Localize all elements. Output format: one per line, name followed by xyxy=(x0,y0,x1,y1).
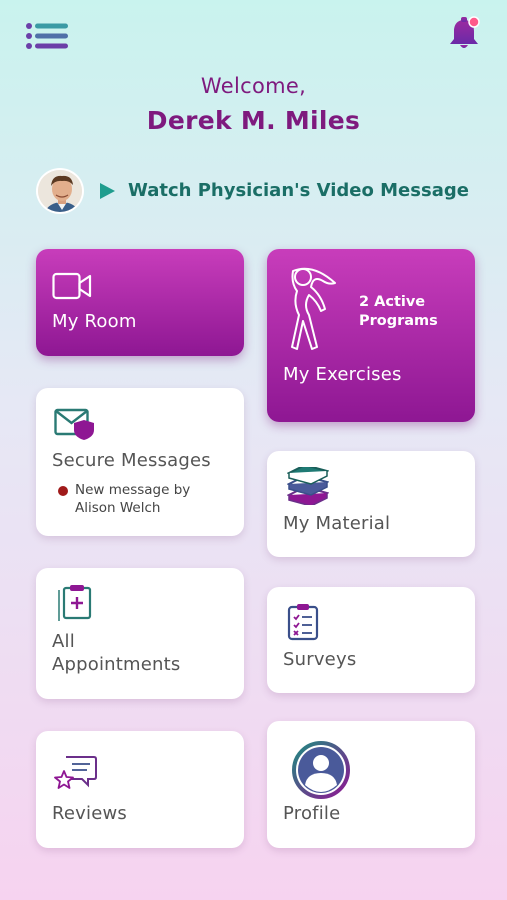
profile-label: Profile xyxy=(283,803,341,824)
video-camera-icon xyxy=(52,271,92,305)
reviews-tile[interactable]: Reviews xyxy=(36,731,244,848)
checklist-icon xyxy=(287,603,321,645)
stretching-person-icon xyxy=(283,265,345,355)
user-name: Derek M. Miles xyxy=(146,106,361,135)
new-message-text: New message by Alison Welch xyxy=(75,482,191,516)
books-icon xyxy=(286,463,330,509)
appointments-label: All Appointments xyxy=(52,630,181,676)
secure-messages-label: Secure Messages xyxy=(52,450,211,471)
notification-bell-icon[interactable] xyxy=(444,14,484,54)
welcome-text: Welcome, xyxy=(200,74,307,98)
my-room-label: My Room xyxy=(52,311,137,332)
menu-icon[interactable] xyxy=(26,22,70,50)
appointments-label-line2: Appointments xyxy=(52,654,181,675)
all-appointments-tile[interactable]: All Appointments xyxy=(36,568,244,699)
physician-video-link[interactable]: Watch Physician's Video Message xyxy=(36,168,486,214)
my-room-tile[interactable]: My Room xyxy=(36,249,244,356)
review-chat-icon xyxy=(54,755,98,795)
my-exercises-label: My Exercises xyxy=(283,364,402,385)
surveys-label: Surveys xyxy=(283,649,357,670)
active-programs-text: 2 Active Programs xyxy=(359,294,438,329)
clipboard-plus-icon xyxy=(58,584,94,626)
profile-tile[interactable]: Profile xyxy=(267,721,475,848)
top-bar xyxy=(0,0,507,70)
unread-dot xyxy=(58,486,68,496)
notification-dot xyxy=(468,16,480,28)
my-material-label: My Material xyxy=(283,513,391,534)
reviews-label: Reviews xyxy=(52,803,127,824)
user-profile-icon xyxy=(291,741,351,803)
secure-messages-tile[interactable]: Secure Messages New message by Alison We… xyxy=(36,388,244,536)
play-icon xyxy=(98,182,116,200)
secure-mail-icon xyxy=(54,406,96,444)
my-exercises-tile[interactable]: 2 Active Programs My Exercises xyxy=(267,249,475,422)
physician-avatar xyxy=(36,168,84,214)
appointments-label-line1: All xyxy=(52,631,75,652)
my-material-tile[interactable]: My Material xyxy=(267,451,475,557)
surveys-tile[interactable]: Surveys xyxy=(267,587,475,693)
video-message-label: Watch Physician's Video Message xyxy=(128,180,469,201)
